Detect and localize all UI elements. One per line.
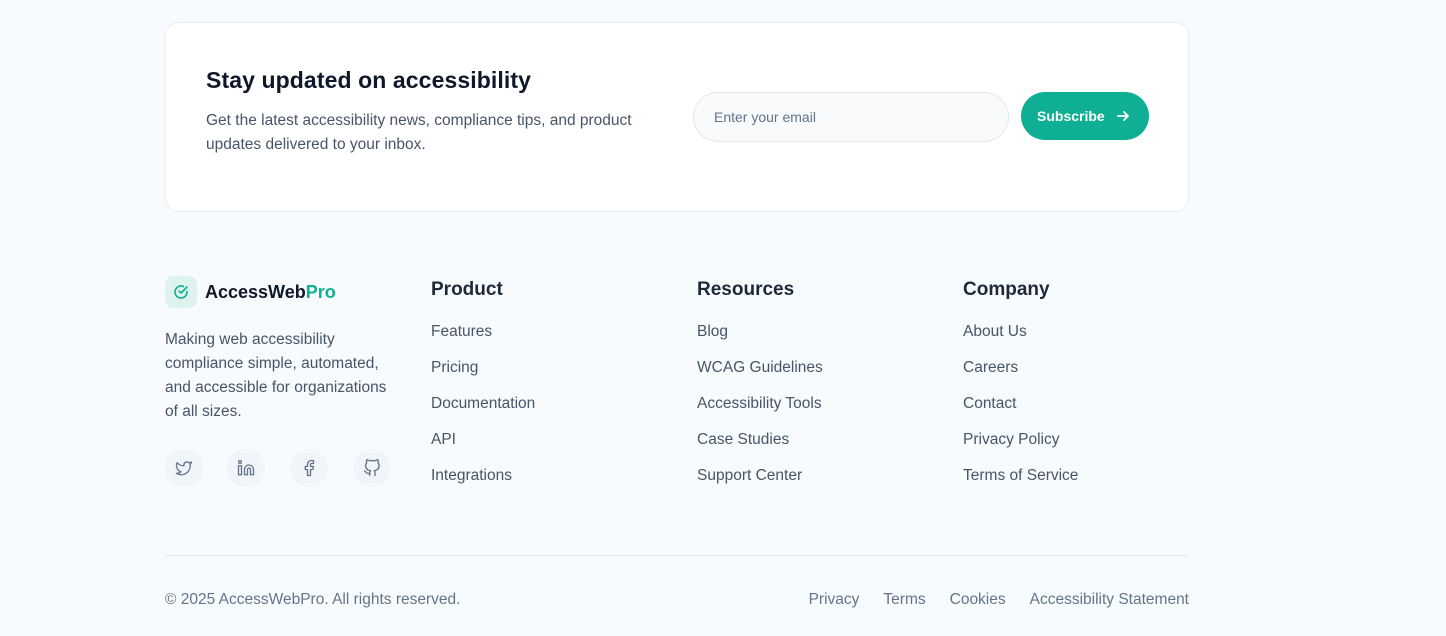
copyright-text: © 2025 AccessWebPro. All rights reserved…	[165, 591, 461, 608]
subscribe-button[interactable]: Subscribe	[1021, 92, 1149, 140]
github-icon	[363, 459, 380, 477]
github-link[interactable]	[353, 449, 391, 487]
privacy-link[interactable]: Privacy	[809, 591, 860, 609]
newsletter-card: Stay updated on accessibility Get the la…	[165, 22, 1189, 212]
facebook-icon	[304, 459, 315, 477]
footer-column-product: Product Features Pricing Documentation A…	[431, 279, 535, 503]
footer-link[interactable]: Terms of Service	[963, 467, 1078, 503]
column-title: Product	[431, 279, 503, 300]
footer-link[interactable]: Case Studies	[697, 431, 823, 467]
newsletter-title: Stay updated on accessibility	[206, 67, 532, 93]
footer-link[interactable]: About Us	[963, 323, 1078, 359]
social-links	[165, 449, 391, 487]
linkedin-icon	[237, 459, 255, 476]
footer-link[interactable]: Blog	[697, 323, 823, 359]
newsletter-description: Get the latest accessibility news, compl…	[206, 112, 632, 153]
footer-link[interactable]: Pricing	[431, 359, 535, 395]
accessibility-statement-link[interactable]: Accessibility Statement	[1030, 591, 1189, 609]
email-input[interactable]	[693, 92, 1009, 142]
brand-name[interactable]: AccessWebPro	[205, 282, 336, 303]
arrow-right-icon	[1117, 111, 1129, 121]
subscribe-label: Subscribe	[1037, 108, 1105, 124]
footer-link[interactable]: Privacy Policy	[963, 431, 1078, 467]
footer-link[interactable]: Features	[431, 323, 535, 359]
column-title: Resources	[697, 279, 795, 300]
footer-divider	[165, 555, 1189, 556]
page: Stay updated on accessibility Get the la…	[0, 0, 1446, 636]
footer-column-resources: Resources Blog WCAG Guidelines Accessibi…	[697, 279, 823, 503]
footer-link[interactable]: WCAG Guidelines	[697, 359, 823, 395]
footer-link[interactable]: Accessibility Tools	[697, 395, 823, 431]
check-circle-icon	[174, 285, 188, 299]
footer-link[interactable]: API	[431, 431, 535, 467]
brand-name-accent: Pro	[305, 282, 336, 302]
footer-link[interactable]: Integrations	[431, 467, 535, 503]
cookies-link[interactable]: Cookies	[950, 591, 1006, 609]
twitter-link[interactable]	[165, 449, 203, 487]
brand-name-primary: AccessWeb	[205, 282, 306, 302]
terms-link[interactable]: Terms	[883, 591, 925, 609]
footer-link[interactable]: Documentation	[431, 395, 535, 431]
footer-link[interactable]: Support Center	[697, 467, 823, 503]
brand-logo[interactable]	[165, 276, 197, 308]
facebook-link[interactable]	[290, 449, 328, 487]
footer-link[interactable]: Careers	[963, 359, 1078, 395]
brand-description: Making web accessibility compliance simp…	[165, 331, 387, 420]
footer-link[interactable]: Contact	[963, 395, 1078, 431]
footer-column-company: Company About Us Careers Contact Privacy…	[963, 279, 1078, 503]
linkedin-link[interactable]	[227, 449, 265, 487]
legal-links: Privacy Terms Cookies Accessibility Stat…	[809, 591, 1189, 609]
twitter-icon	[175, 461, 193, 476]
column-title: Company	[963, 279, 1050, 300]
